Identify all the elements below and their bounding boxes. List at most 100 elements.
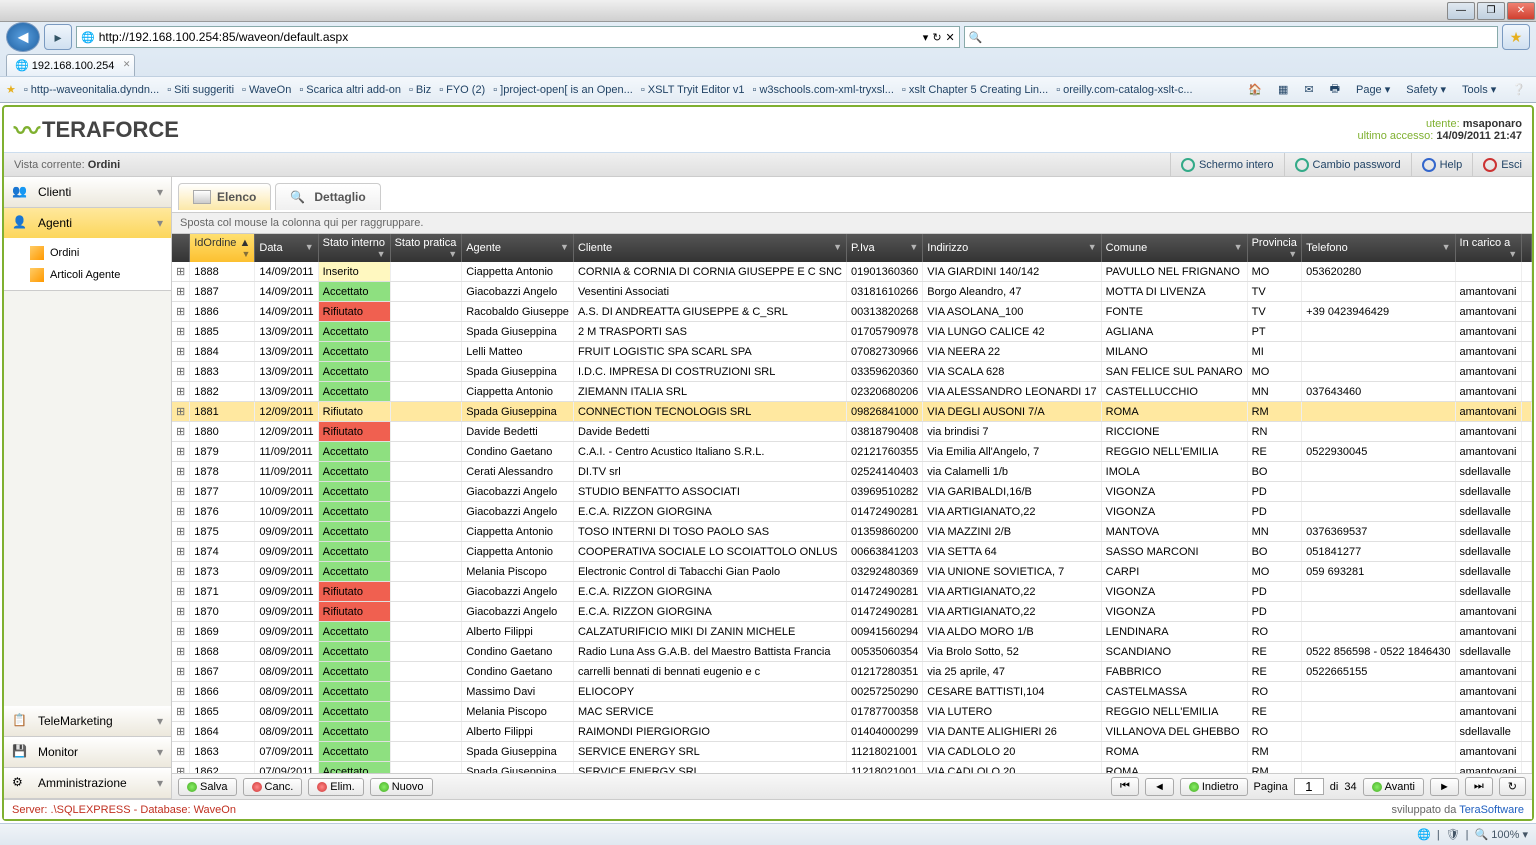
- table-row[interactable]: ⊞187309/09/2011AccettatoMelania PiscopoE…: [172, 562, 1532, 582]
- filter-icon[interactable]: ▼: [1234, 242, 1243, 252]
- table-row[interactable]: ⊞188714/09/2011AccettatoGiacobazzi Angel…: [172, 282, 1532, 302]
- filter-icon[interactable]: ▼: [1088, 242, 1097, 252]
- sidebar-item[interactable]: Ordini: [30, 242, 171, 264]
- page-next-button[interactable]: ►: [1430, 778, 1459, 796]
- col-header[interactable]: In carico a▼: [1455, 234, 1522, 262]
- table-row[interactable]: ⊞188112/09/2011RifiutatoSpada Giuseppina…: [172, 402, 1532, 422]
- col-header[interactable]: P.Iva▼: [847, 234, 923, 262]
- col-header[interactable]: Telefono▼: [1302, 234, 1455, 262]
- table-row[interactable]: ⊞188413/09/2011AccettatoLelli MatteoFRUI…: [172, 342, 1532, 362]
- expand-icon[interactable]: ⊞: [172, 382, 190, 402]
- filter-icon[interactable]: ▼: [909, 242, 918, 252]
- sidebar-section-agenti[interactable]: 👤Agenti▾: [4, 208, 171, 238]
- address-bar[interactable]: 🌐 ▾ ↻ ✕: [76, 26, 960, 48]
- page-first-button[interactable]: ⏮: [1111, 777, 1139, 796]
- table-row[interactable]: ⊞188313/09/2011AccettatoSpada Giuseppina…: [172, 362, 1532, 382]
- table-row[interactable]: ⊞188513/09/2011AccettatoSpada Giuseppina…: [172, 322, 1532, 342]
- favorite-link[interactable]: ▫oreilly.com-catalog-xslt-c...: [1056, 84, 1192, 96]
- expand-icon[interactable]: ⊞: [172, 422, 190, 442]
- close-button[interactable]: ✕: [1507, 2, 1535, 20]
- expand-icon[interactable]: ⊞: [172, 762, 190, 774]
- expand-icon[interactable]: ⊞: [172, 282, 190, 302]
- col-header[interactable]: Agente▼: [462, 234, 574, 262]
- col-header[interactable]: Cliente▼: [573, 234, 846, 262]
- expand-icon[interactable]: ⊞: [172, 602, 190, 622]
- expand-icon[interactable]: ⊞: [172, 642, 190, 662]
- table-row[interactable]: ⊞186307/09/2011AccettatoSpada Giuseppina…: [172, 742, 1532, 762]
- tab-close-icon[interactable]: ✕: [123, 59, 131, 70]
- exit-button[interactable]: Esci: [1472, 153, 1532, 177]
- favorite-link[interactable]: ▫http--waveonitalia.dyndn...: [24, 84, 159, 96]
- table-row[interactable]: ⊞186909/09/2011AccettatoAlberto FilippiC…: [172, 622, 1532, 642]
- tab-dettaglio[interactable]: 🔍 Dettaglio: [275, 183, 380, 210]
- page-back-button[interactable]: Indietro: [1180, 778, 1248, 796]
- sidebar-item[interactable]: Articoli Agente: [30, 264, 171, 286]
- refresh-icon[interactable]: ↻: [932, 31, 941, 44]
- table-row[interactable]: ⊞187610/09/2011AccettatoGiacobazzi Angel…: [172, 502, 1532, 522]
- expand-icon[interactable]: ⊞: [172, 622, 190, 642]
- favorite-link[interactable]: ▫w3schools.com-xml-tryxsl...: [753, 84, 894, 96]
- expand-icon[interactable]: ⊞: [172, 262, 190, 282]
- search-bar[interactable]: 🔍: [964, 26, 1498, 48]
- favorite-link[interactable]: ▫Biz: [409, 84, 431, 96]
- page-input[interactable]: [1294, 778, 1324, 795]
- expand-icon[interactable]: ⊞: [172, 502, 190, 522]
- expand-icon[interactable]: ⊞: [172, 562, 190, 582]
- maximize-button[interactable]: ❐: [1477, 2, 1505, 20]
- table-row[interactable]: ⊞188012/09/2011RifiutatoDavide BedettiDa…: [172, 422, 1532, 442]
- page-last-button[interactable]: ⏭: [1465, 777, 1493, 796]
- mail-icon[interactable]: ✉: [1300, 81, 1317, 98]
- expand-icon[interactable]: ⊞: [172, 362, 190, 382]
- expand-icon[interactable]: ⊞: [172, 442, 190, 462]
- col-header[interactable]: Data▼: [255, 234, 318, 262]
- sidebar-section-telemarketing[interactable]: 📋TeleMarketing▾: [4, 706, 171, 736]
- favorite-link[interactable]: ▫xslt Chapter 5 Creating Lin...: [902, 84, 1048, 96]
- page-forward-button[interactable]: Avanti: [1363, 778, 1424, 796]
- filter-icon[interactable]: ▼: [1288, 249, 1297, 259]
- expand-icon[interactable]: ⊞: [172, 482, 190, 502]
- sidebar-section-amministrazione[interactable]: ⚙Amministrazione▾: [4, 768, 171, 798]
- expand-icon[interactable]: ⊞: [172, 402, 190, 422]
- change-password-button[interactable]: Cambio password: [1284, 153, 1411, 177]
- col-header[interactable]: Stato interno▼: [318, 234, 390, 262]
- table-row[interactable]: ⊞186408/09/2011AccettatoAlberto FilippiR…: [172, 722, 1532, 742]
- feeds-icon[interactable]: ▦: [1274, 81, 1292, 98]
- expand-icon[interactable]: ⊞: [172, 722, 190, 742]
- filter-icon[interactable]: ▼: [305, 242, 314, 252]
- print-icon[interactable]: 🖶: [1326, 78, 1344, 101]
- table-row[interactable]: ⊞186808/09/2011AccettatoCondino GaetanoR…: [172, 642, 1532, 662]
- url-input[interactable]: [99, 30, 919, 44]
- col-header[interactable]: Comune▼: [1101, 234, 1247, 262]
- home-icon[interactable]: 🏠: [1244, 81, 1266, 98]
- minimize-button[interactable]: ―: [1447, 2, 1475, 20]
- col-header[interactable]: Stato pratica▼: [390, 234, 462, 262]
- filter-icon[interactable]: ▼: [1442, 242, 1451, 252]
- expand-icon[interactable]: ⊞: [172, 742, 190, 762]
- filter-icon[interactable]: ▼: [241, 249, 250, 259]
- expand-icon[interactable]: ⊞: [172, 702, 190, 722]
- expand-icon[interactable]: ⊞: [172, 682, 190, 702]
- dropdown-icon[interactable]: ▾: [923, 31, 929, 44]
- col-header[interactable]: Provincia▼: [1247, 234, 1302, 262]
- table-row[interactable]: ⊞187710/09/2011AccettatoGiacobazzi Angel…: [172, 482, 1532, 502]
- stop-icon[interactable]: ✕: [946, 31, 955, 44]
- nav-forward-button[interactable]: ▸: [44, 24, 72, 50]
- help-button[interactable]: Help: [1411, 153, 1473, 177]
- table-row[interactable]: ⊞187509/09/2011AccettatoCiappetta Antoni…: [172, 522, 1532, 542]
- help-icon[interactable]: ❔: [1508, 81, 1530, 98]
- filter-icon[interactable]: ▼: [448, 249, 457, 259]
- favorite-link[interactable]: ▫WaveOn: [242, 84, 291, 96]
- sidebar-section-clienti[interactable]: 👥Clienti▾: [4, 177, 171, 207]
- table-row[interactable]: ⊞188213/09/2011AccettatoCiappetta Antoni…: [172, 382, 1532, 402]
- refresh-grid-button[interactable]: ↻: [1499, 777, 1526, 796]
- filter-icon[interactable]: ▼: [560, 242, 569, 252]
- nav-back-button[interactable]: ◄: [6, 22, 40, 52]
- favorites-icon[interactable]: ★: [1502, 24, 1530, 50]
- table-row[interactable]: ⊞186508/09/2011AccettatoMelania PiscopoM…: [172, 702, 1532, 722]
- browser-tab[interactable]: 🌐 192.168.100.254 ✕: [6, 54, 135, 76]
- developer-link[interactable]: TeraSoftware: [1459, 804, 1524, 816]
- toolbar-tools[interactable]: Tools ▾: [1458, 81, 1500, 98]
- filter-icon[interactable]: ▼: [833, 242, 842, 252]
- zoom-level[interactable]: 🔍 100% ▾: [1475, 828, 1528, 841]
- favorite-link[interactable]: ▫Siti suggeriti: [167, 84, 234, 96]
